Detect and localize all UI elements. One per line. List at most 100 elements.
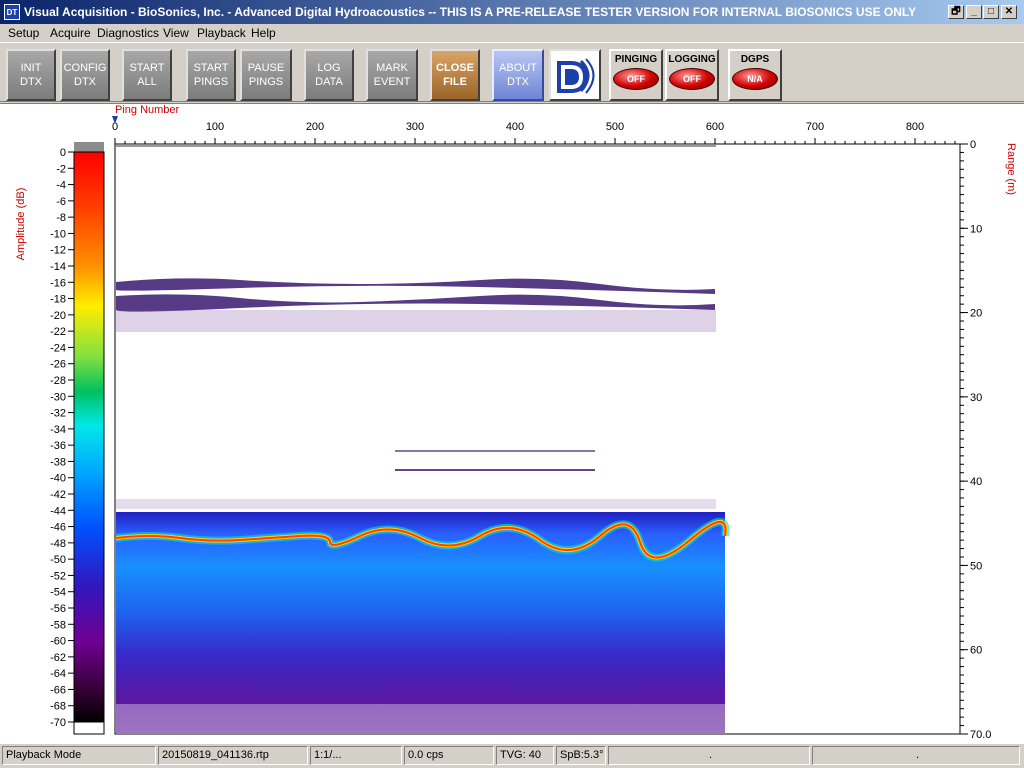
menu-setup[interactable]: Setup [8, 26, 39, 40]
colorbar-tick-label: -40 [50, 473, 66, 485]
colorbar-tick-label: -22 [50, 326, 66, 338]
colorbar-tick-label: -54 [50, 587, 66, 599]
colorbar-tick-label: -28 [50, 375, 66, 387]
ping-number-label: Ping Number [115, 104, 180, 116]
colorbar-bottom-cap [73, 721, 105, 735]
colorbar-tick-label: -68 [50, 701, 66, 713]
status-ratio: 1:1/... [310, 746, 402, 765]
colorbar-tick-label: -52 [50, 570, 66, 582]
colorbar-tick-label: -20 [50, 310, 66, 322]
status-file: 20150819_041136.rtp [158, 746, 308, 765]
y-tick-label: 10 [970, 223, 982, 235]
menu-acquire[interactable]: Acquire [50, 26, 91, 40]
status-panel-1: . [608, 746, 810, 765]
app-icon: DT [4, 4, 20, 20]
toolbar: INIT DTX CONFIG DTX START ALL START PING… [0, 42, 1024, 102]
about-dtx-button[interactable]: ABOUT DTX [492, 49, 544, 101]
colorbar-tick-label: -16 [50, 277, 66, 289]
colorbar-tick-label: -66 [50, 684, 66, 696]
seabed-return [116, 512, 725, 734]
range-axis: 0 10 20 30 40 50 60 70.0 [960, 139, 991, 741]
colorbar-tick-label: -14 [50, 261, 66, 273]
colorbar-tick-label: -18 [50, 294, 66, 306]
fish-layer-scatter [116, 310, 716, 332]
start-all-button[interactable]: START ALL [122, 49, 172, 101]
colorbar-tick-label: -62 [50, 652, 66, 664]
close-icon[interactable]: ✕ [1001, 5, 1017, 19]
pinging-indicator: PINGING OFF [609, 49, 663, 101]
status-mode: Playback Mode [2, 746, 156, 765]
colorbar [73, 151, 105, 723]
mid-layer-2 [395, 469, 595, 471]
colorbar-tick-label: -24 [50, 342, 66, 354]
mid-layer-1 [395, 450, 595, 452]
near-bottom-scatter [116, 499, 716, 509]
logging-indicator: LOGGING OFF [665, 49, 719, 101]
close-file-button[interactable]: CLOSE FILE [430, 49, 480, 101]
seabed-fade [116, 704, 725, 734]
y-tick-label: 40 [970, 476, 982, 488]
colorbar-tick-label: -34 [50, 424, 66, 436]
colorbar-tick-label: -2 [56, 163, 66, 175]
y-tick-label: 70.0 [970, 729, 991, 741]
menu-view[interactable]: View [163, 26, 189, 40]
dgps-label: DGPS [740, 54, 770, 65]
x-tick-label: 200 [306, 121, 324, 133]
y-tick-label: 0 [970, 139, 976, 151]
colorbar-tick-label: -60 [50, 636, 66, 648]
menu-bar: Setup Acquire Diagnostics View Playback … [0, 24, 1024, 42]
colorbar-top-cap [74, 142, 104, 152]
colorbar-tick-label: -50 [50, 554, 66, 566]
status-rate: 0.0 cps [404, 746, 494, 765]
menu-diagnostics[interactable]: Diagnostics [97, 26, 159, 40]
x-tick-label: 100 [206, 121, 224, 133]
x-tick-label: 500 [606, 121, 624, 133]
logging-label: LOGGING [668, 54, 716, 65]
mark-event-button[interactable]: MARK EVENT [366, 49, 418, 101]
title-bar: DT Visual Acquisition - BioSonics, Inc. … [0, 0, 1024, 24]
log-data-button[interactable]: LOG DATA [304, 49, 354, 101]
colorbar-tick-label: -64 [50, 668, 66, 680]
config-dtx-button[interactable]: CONFIG DTX [60, 49, 110, 101]
colorbar-tick-label: -12 [50, 245, 66, 257]
x-tick-label: 600 [706, 121, 724, 133]
x-tick-label: 700 [806, 121, 824, 133]
colorbar-tick-label: -4 [56, 180, 66, 192]
minimize-icon[interactable]: _ [966, 5, 982, 19]
colorbar-tick-label: -46 [50, 522, 66, 534]
start-pings-button[interactable]: START PINGS [186, 49, 236, 101]
colorbar-tick-label: -70 [50, 717, 66, 729]
init-dtx-button[interactable]: INIT DTX [6, 49, 56, 101]
ping-number-axis: 0 100 200 300 400 500 600 700 800 [112, 121, 956, 144]
colorbar-tick-label: -48 [50, 538, 66, 550]
y-tick-label: 60 [970, 645, 982, 657]
colorbar-tick-label: -26 [50, 359, 66, 371]
y-tick-label: 20 [970, 308, 982, 320]
colorbar-tick-label: -56 [50, 603, 66, 615]
logging-light: OFF [669, 68, 715, 90]
colorbar-tick-label: -44 [50, 505, 66, 517]
colorbar-tick-label: -10 [50, 228, 66, 240]
maximize-icon[interactable]: □ [983, 5, 999, 19]
x-tick-label: 400 [506, 121, 524, 133]
y-tick-label: 30 [970, 392, 982, 404]
x-tick-label: 300 [406, 121, 424, 133]
colorbar-tick-label: -30 [50, 391, 66, 403]
colorbar-label: Amplitude (dB) [15, 188, 27, 261]
menu-playback[interactable]: Playback [197, 26, 246, 40]
menu-help[interactable]: Help [251, 26, 276, 40]
pinging-light: OFF [613, 68, 659, 90]
window-title: Visual Acquisition - BioSonics, Inc. - A… [24, 5, 917, 19]
colorbar-tick-label: -42 [50, 489, 66, 501]
status-spb: SpB:5.3° [556, 746, 606, 765]
pause-pings-button[interactable]: PAUSE PINGS [240, 49, 292, 101]
colorbar-tick-label: 0 [60, 147, 66, 159]
colorbar-tick-label: -38 [50, 456, 66, 468]
colorbar-tick-label: -58 [50, 619, 66, 631]
status-bar: Playback Mode 20150819_041136.rtp 1:1/..… [0, 744, 1024, 768]
colorbar-tick-label: -6 [56, 196, 66, 208]
restore-icon[interactable]: 🗗 [948, 5, 964, 19]
biosonics-logo-icon[interactable] [549, 49, 601, 101]
colorbar-tick-label: -8 [56, 212, 66, 224]
echogram-panel: 0 -2 -4 -6 -8 -10 -12 -14 -16 -18 -20 -22 -24 -26 -28 -… [0, 103, 1024, 744]
